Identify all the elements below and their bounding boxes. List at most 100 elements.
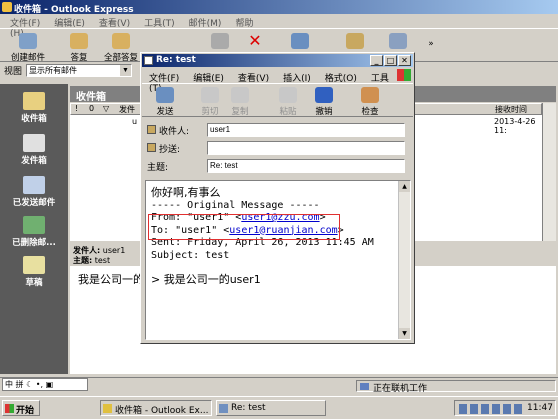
preview-subject: test	[94, 256, 111, 265]
original-message-separator: ----- Original Message -----	[151, 199, 320, 211]
cut-button[interactable]: 剪切	[198, 87, 222, 117]
preview-body: 我是公司一的	[78, 273, 144, 286]
view-bar: 视图 显示所有邮件 ▼	[4, 64, 154, 78]
col-flag[interactable]: ▽	[103, 104, 109, 113]
addresses-button[interactable]	[345, 33, 365, 51]
reply-all-icon	[112, 33, 130, 49]
mail-task-icon	[219, 404, 228, 413]
row-from: u	[132, 117, 138, 126]
recycle-icon	[23, 216, 45, 234]
reply-button[interactable]: 答复	[64, 33, 94, 63]
clock: 11:47	[527, 403, 553, 413]
preview-subject-label: 主题:	[73, 256, 93, 265]
undo-button[interactable]: 撤销	[312, 87, 336, 117]
reply-window-icon	[144, 56, 153, 65]
preview-from: user1	[102, 246, 126, 255]
col-attach[interactable]: 0	[89, 104, 94, 113]
minimize-button[interactable]: _	[370, 55, 383, 66]
status-online: 正在联机工作	[356, 380, 556, 394]
online-icon	[360, 383, 369, 390]
taskbar-reply[interactable]: Re: test	[216, 400, 326, 416]
scissors-icon	[201, 87, 219, 103]
tray-icons[interactable]	[459, 404, 523, 414]
copy-icon	[231, 87, 249, 103]
view-label: 视图	[4, 67, 23, 77]
scroll-down-icon[interactable]: ▼	[399, 328, 410, 339]
send-icon	[156, 87, 174, 103]
main-title-bar[interactable]: 收件箱 - Outlook Express	[0, 0, 558, 15]
cc-row: 抄送:	[145, 141, 411, 155]
close-button[interactable]: ✕	[398, 55, 411, 66]
cc-field[interactable]	[207, 141, 405, 155]
address-book-icon	[346, 33, 364, 49]
subject-label: 主题:	[147, 163, 169, 173]
start-button[interactable]: 开始	[2, 400, 40, 416]
body-editor[interactable]: 你好啊,有事么 ----- Original Message ----- Fro…	[145, 180, 411, 340]
sidebar-item-deleted[interactable]: 已删除邮...	[0, 216, 68, 248]
find-icon	[389, 33, 407, 49]
create-mail-button[interactable]: 创建邮件	[6, 33, 50, 63]
view-select[interactable]: 显示所有邮件 ▼	[26, 64, 132, 77]
sidebar-item-inbox[interactable]: 收件箱	[0, 92, 68, 124]
print-icon	[211, 33, 229, 49]
system-tray: 11:47	[454, 400, 556, 416]
reply-window: Re: test _ □ ✕ 文件(F) 编辑(E) 查看(V) 插入(I) 格式(O)…	[140, 52, 415, 344]
quoted-line: > 我是公司一的user1	[151, 273, 261, 286]
chevron-down-icon: ▼	[120, 65, 131, 76]
reply-icon	[70, 33, 88, 49]
scroll-up-icon[interactable]: ▲	[399, 181, 410, 192]
highlight-box	[148, 214, 340, 240]
inbox-icon	[23, 92, 45, 110]
drafts-icon	[23, 256, 45, 274]
reply-title: Re: test	[156, 55, 196, 65]
delete-icon: ✕	[248, 31, 262, 50]
more-toolbar-button[interactable]: »	[424, 39, 438, 49]
to-row: 收件人: user1	[145, 123, 411, 137]
subject-row: 主题: Re: test	[145, 159, 411, 173]
taskbar: 开始 收件箱 - Outlook Ex... Re: test 11:47	[0, 396, 558, 419]
reply-all-button[interactable]: 全部答复	[100, 33, 142, 63]
forward-button[interactable]	[210, 33, 230, 51]
list-scrollbar[interactable]	[542, 103, 556, 241]
copy-button[interactable]: 复制	[228, 87, 252, 117]
outlook-task-icon	[103, 404, 112, 413]
windows-flag-icon	[397, 69, 411, 81]
sidebar-item-sent[interactable]: 已发送邮件	[0, 176, 68, 208]
body-scrollbar[interactable]: ▲ ▼	[398, 181, 410, 339]
cc-icon[interactable]	[147, 143, 156, 152]
delete-button[interactable]: ✕	[245, 33, 265, 51]
folder-title: 收件箱	[76, 92, 106, 103]
undo-icon	[315, 87, 333, 103]
check-names-icon	[361, 87, 379, 103]
send-receive-button[interactable]	[285, 33, 315, 51]
folder-sidebar: 收件箱 发件箱 已发送邮件 已删除邮... 草稿	[0, 84, 68, 374]
preview-from-label: 发件人:	[73, 246, 101, 255]
body-line1: 你好啊,有事么	[151, 186, 221, 199]
send-receive-icon	[291, 33, 309, 49]
subject-line: Subject: test	[151, 249, 230, 261]
find-button[interactable]	[388, 33, 408, 51]
send-button[interactable]: 发送	[150, 87, 180, 117]
taskbar-inbox[interactable]: 收件箱 - Outlook Ex...	[100, 400, 212, 416]
maximize-button[interactable]: □	[384, 55, 397, 66]
main-title: 收件箱 - Outlook Express	[14, 5, 134, 15]
col-priority[interactable]: !	[75, 104, 78, 113]
check-button[interactable]: 检查	[358, 87, 382, 117]
to-field[interactable]: user1	[207, 123, 405, 137]
reply-title-bar[interactable]: Re: test _ □ ✕	[142, 54, 413, 67]
sidebar-item-outbox[interactable]: 发件箱	[0, 134, 68, 166]
create-mail-icon	[19, 33, 37, 49]
paste-button[interactable]: 粘贴	[276, 87, 300, 117]
row-received: 2013-4-26 11:	[494, 117, 536, 135]
col-from[interactable]: 发件	[119, 104, 135, 115]
to-icon[interactable]	[147, 125, 156, 134]
subject-field[interactable]: Re: test	[207, 159, 405, 173]
windows-logo-icon	[5, 404, 14, 413]
sidebar-item-drafts[interactable]: 草稿	[0, 256, 68, 288]
sent-icon	[23, 176, 45, 194]
outbox-icon	[23, 134, 45, 152]
col-received[interactable]: 接收时间	[495, 104, 527, 115]
paste-icon	[279, 87, 297, 103]
to-label: 收件人:	[159, 127, 190, 137]
status-bar: 正在联机工作	[0, 377, 558, 394]
